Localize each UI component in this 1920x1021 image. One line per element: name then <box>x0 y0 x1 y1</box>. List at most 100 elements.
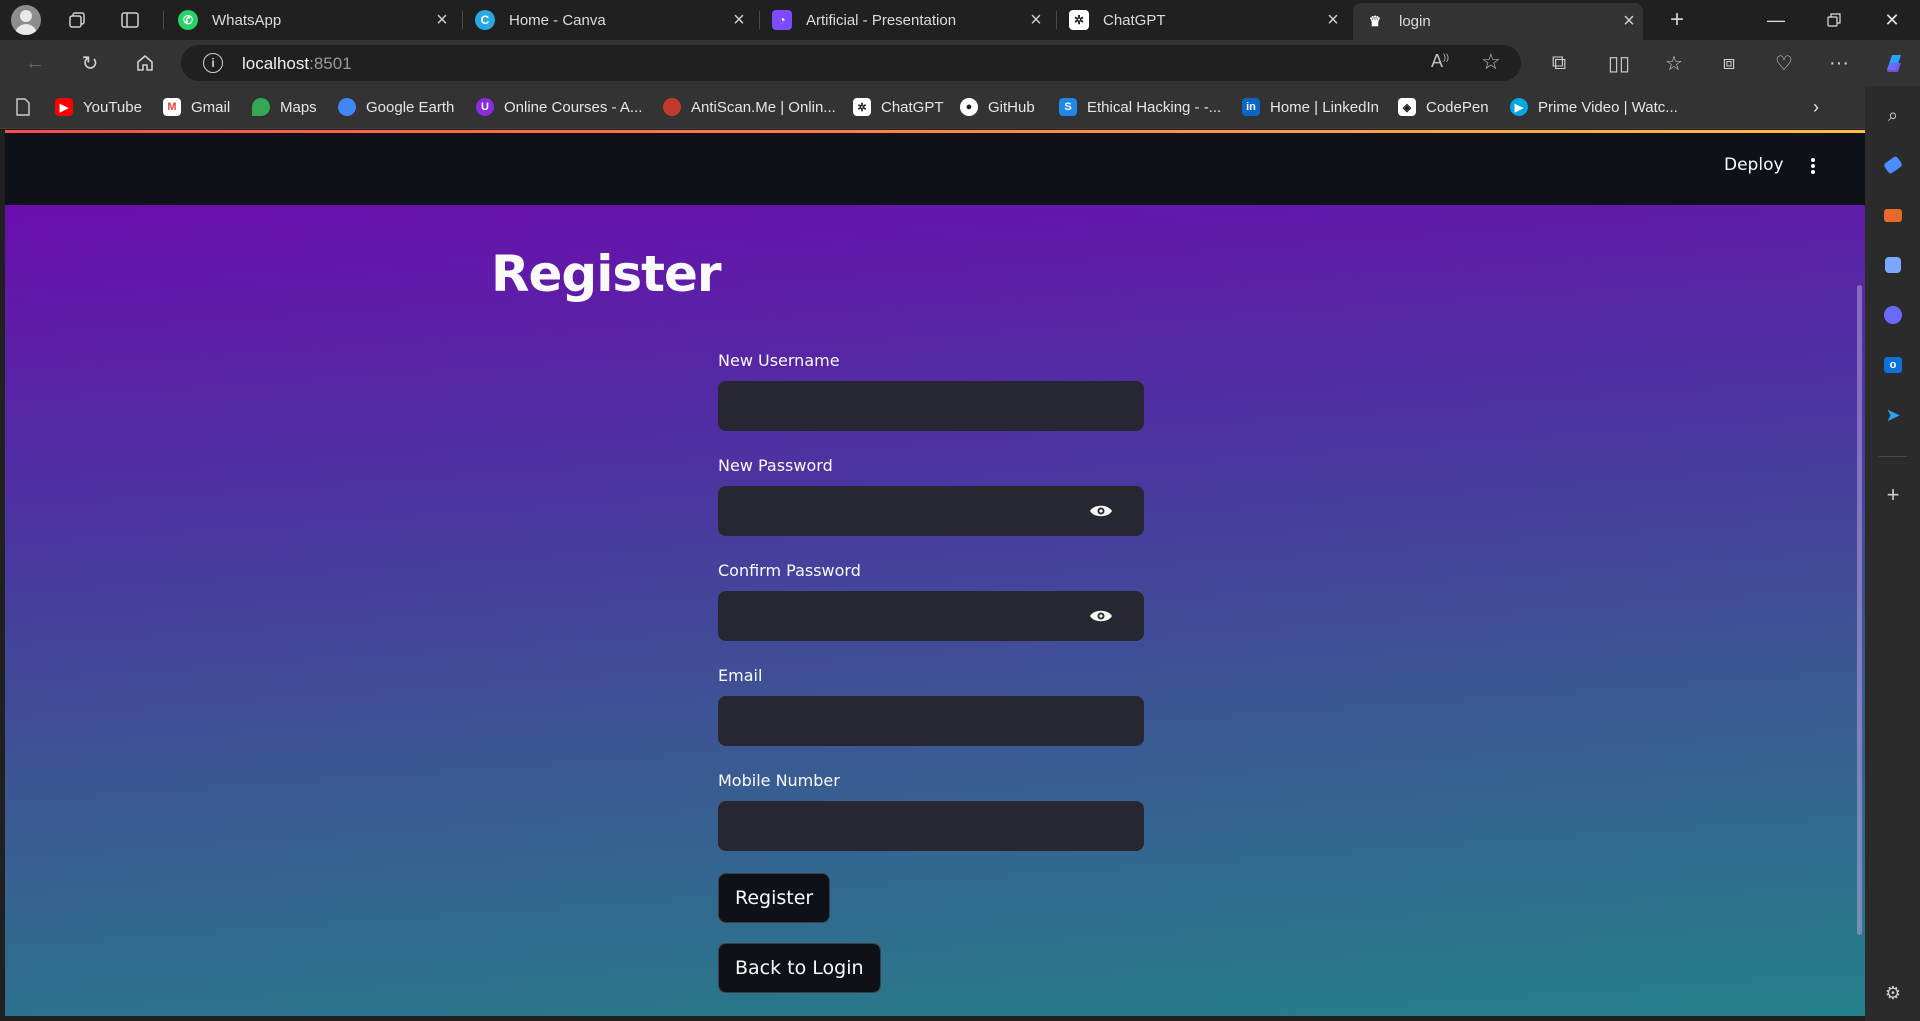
outlook-icon[interactable]: o <box>1882 354 1904 376</box>
tab-title: WhatsApp <box>212 11 282 29</box>
close-icon[interactable]: × <box>1319 9 1347 32</box>
refresh-icon[interactable]: ↻ <box>75 48 105 78</box>
back-arrow-icon[interactable]: ← <box>20 48 50 78</box>
search-icon[interactable]: ⌕ <box>1882 104 1904 126</box>
tools-briefcase-icon[interactable] <box>1882 204 1904 226</box>
username-label: New Username <box>718 351 840 370</box>
site-info-icon[interactable]: i <box>203 53 223 73</box>
browser-essentials-icon[interactable]: ♡ <box>1769 48 1799 78</box>
shopping-tag-icon[interactable] <box>1882 154 1904 176</box>
canva-icon: C <box>475 10 495 30</box>
deploy-button[interactable]: Deploy <box>1724 155 1784 175</box>
gmail-icon: M <box>163 98 181 116</box>
mobile-number-label: Mobile Number <box>718 771 840 790</box>
restore-icon[interactable] <box>1806 0 1862 40</box>
bookmark-label: Home | LinkedIn <box>1270 98 1379 116</box>
tab-title: Home - Canva <box>509 11 606 29</box>
ethical-hacking-icon: S <box>1059 98 1077 116</box>
bookmarks-bar: ▶ YouTube M Gmail Maps Google Earth U Onlin… <box>0 86 1920 129</box>
tab-whatsapp[interactable]: ✆ WhatsApp × <box>166 3 456 37</box>
tab-title: Artificial - Presentation <box>806 11 957 29</box>
main-content: Register New Username New Password Confi… <box>5 205 1865 1016</box>
prime-video-icon: ▶ <box>1510 98 1528 116</box>
tab-actions-icon[interactable] <box>115 6 145 34</box>
bookmark-online-courses[interactable]: U Online Courses - A... <box>476 97 642 117</box>
tab-separator <box>163 11 164 29</box>
bookmark-chatgpt[interactable]: ✲ ChatGPT <box>853 97 944 117</box>
bookmark-codepen[interactable]: ◈ CodePen <box>1398 97 1489 117</box>
show-password-eye-icon[interactable] <box>1088 502 1114 520</box>
url-port: :8501 <box>309 54 352 73</box>
codepen-icon: ◈ <box>1398 98 1416 116</box>
home-icon[interactable] <box>130 48 160 78</box>
bookmark-ethical-hacking[interactable]: S Ethical Hacking - -... <box>1059 97 1221 117</box>
linkedin-icon: in <box>1242 98 1260 116</box>
address-bar[interactable]: i localhost:8501 A)) ☆ <box>181 45 1521 81</box>
username-input[interactable] <box>718 381 1144 431</box>
page-viewport: Deploy Register New Username New Passwor… <box>5 130 1865 1016</box>
window-close-icon[interactable]: ✕ <box>1864 0 1920 40</box>
confirm-password-label: Confirm Password <box>718 561 861 580</box>
bookmark-label: GitHub <box>988 98 1035 116</box>
maps-icon <box>252 98 270 116</box>
close-icon[interactable]: × <box>1022 9 1050 32</box>
antiscan-icon <box>663 98 681 116</box>
chatgpt-icon: ✲ <box>1069 10 1089 30</box>
bookmark-github[interactable]: ● GitHub <box>960 97 1035 117</box>
tab-canva[interactable]: C Home - Canva × <box>463 3 753 37</box>
settings-gear-icon[interactable]: ⚙ <box>1882 982 1904 1004</box>
tab-title: login <box>1399 13 1431 30</box>
more-options-icon[interactable]: ··· <box>1824 48 1854 78</box>
tab-presentation[interactable]: ◔ Artificial - Presentation × <box>760 3 1050 37</box>
close-icon[interactable]: × <box>1615 10 1643 33</box>
new-tab-icon[interactable]: + <box>1662 6 1692 34</box>
bookmark-label: Gmail <box>191 98 231 116</box>
favorite-star-icon[interactable]: ☆ <box>1481 49 1501 75</box>
split-screen-icon[interactable]: ▯▯ <box>1604 48 1634 78</box>
back-to-login-button[interactable]: Back to Login <box>718 943 881 993</box>
collections-icon[interactable]: ⧈ <box>1714 48 1744 78</box>
chevron-right-icon[interactable]: › <box>1813 97 1819 117</box>
url-host: localhost <box>242 54 310 73</box>
scrollbar[interactable] <box>1857 285 1862 935</box>
bookmark-antiscan[interactable]: AntiScan.Me | Onlin... <box>663 97 836 117</box>
confirm-password-input[interactable] <box>718 591 1144 641</box>
workspaces-icon[interactable] <box>62 6 92 34</box>
telegram-send-icon[interactable]: ➤ <box>1882 404 1904 426</box>
main-menu-icon[interactable] <box>1805 155 1821 177</box>
email-input[interactable] <box>718 696 1144 746</box>
extensions-icon[interactable]: ⧉ <box>1544 48 1574 78</box>
app-header: Deploy <box>5 133 1865 205</box>
mobile-number-input[interactable] <box>718 801 1144 851</box>
register-button[interactable]: Register <box>718 873 831 923</box>
add-icon[interactable]: + <box>1882 482 1904 507</box>
page-title: Register <box>491 245 722 303</box>
profile-avatar[interactable] <box>11 5 41 35</box>
bookmark-label: Prime Video | Watc... <box>1538 98 1678 116</box>
bookmark-youtube[interactable]: ▶ YouTube <box>55 97 142 117</box>
games-icon[interactable] <box>1882 254 1904 276</box>
bookmark-google-earth[interactable]: Google Earth <box>338 97 454 117</box>
bookmark-gmail[interactable]: M Gmail <box>163 97 230 117</box>
bookmark-prime-video[interactable]: ▶ Prime Video | Watc... <box>1510 97 1678 117</box>
password-input[interactable] <box>718 486 1144 536</box>
minimize-icon[interactable]: — <box>1748 0 1804 40</box>
bookmark-maps[interactable]: Maps <box>252 97 317 117</box>
sidebar-divider <box>1879 456 1907 457</box>
copilot-icon[interactable] <box>1879 48 1909 78</box>
email-label: Email <box>718 666 763 685</box>
microsoft-365-icon[interactable] <box>1882 304 1904 326</box>
tab-login[interactable]: ♛ login × <box>1353 3 1643 40</box>
close-icon[interactable]: × <box>428 9 456 32</box>
bookmark-label: YouTube <box>83 98 142 116</box>
tab-strip: ✆ WhatsApp × C Home - Canva × ◔ Artifici… <box>0 0 1920 40</box>
youtube-icon: ▶ <box>55 98 73 116</box>
bookmark-label: Maps <box>280 98 317 116</box>
tab-chatgpt[interactable]: ✲ ChatGPT × <box>1057 3 1347 37</box>
read-aloud-icon[interactable]: A)) <box>1431 51 1449 72</box>
close-icon[interactable]: × <box>725 9 753 32</box>
show-confirm-password-eye-icon[interactable] <box>1088 607 1114 625</box>
favorites-icon[interactable]: ☆ <box>1659 48 1689 78</box>
bookmark-linkedin[interactable]: in Home | LinkedIn <box>1242 97 1379 117</box>
page-icon <box>16 97 30 117</box>
